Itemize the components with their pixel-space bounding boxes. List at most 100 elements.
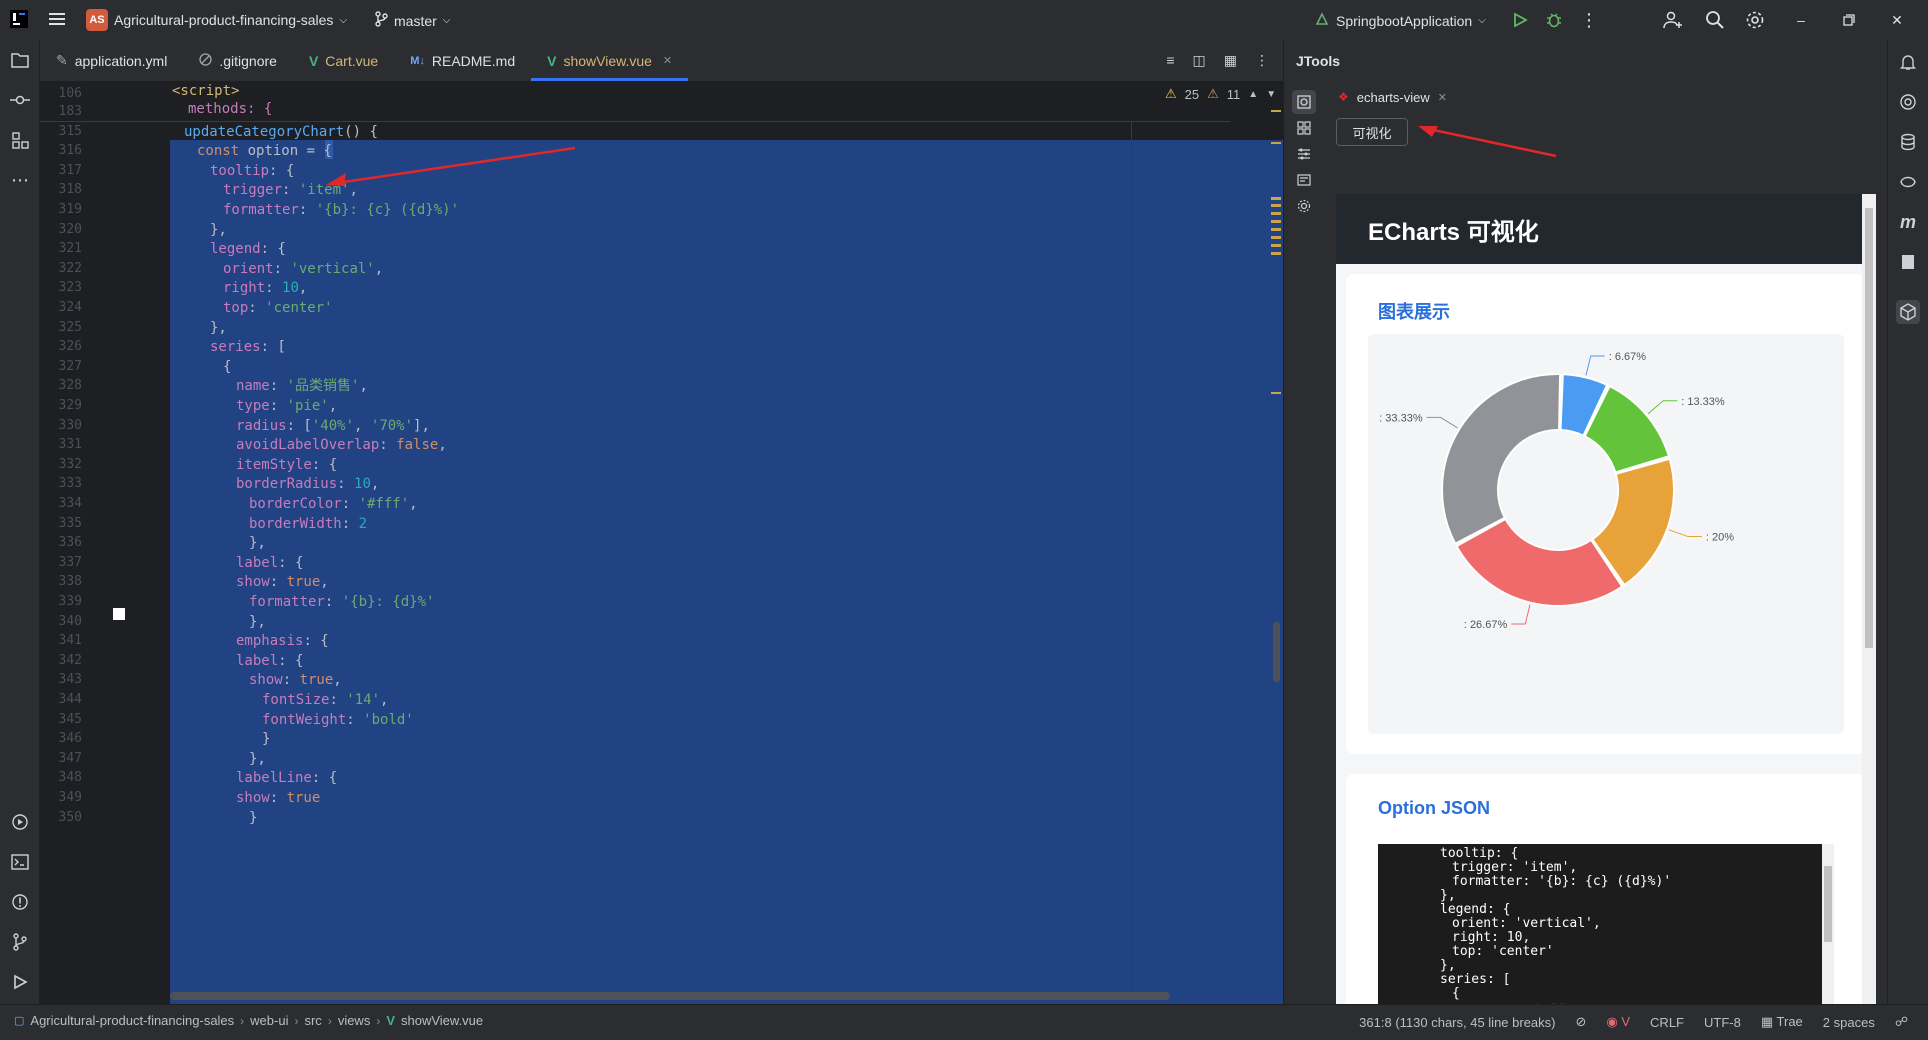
sliders-tool-icon[interactable] [1292, 142, 1316, 166]
yaml-icon: ✎ [56, 52, 68, 69]
chevron-up-icon[interactable]: ▲ [1248, 89, 1258, 100]
webview-scrollbar[interactable] [1862, 194, 1876, 1022]
close-icon[interactable]: ✕ [1876, 0, 1918, 40]
code-line[interactable]: { [223, 355, 231, 379]
chevron-right-icon: › [294, 1014, 298, 1028]
tab-application-yml[interactable]: ✎ application.yml [40, 40, 183, 81]
code-line[interactable]: series: [ [210, 335, 286, 359]
ai-assistant-icon[interactable] [1896, 90, 1920, 114]
recent-files-icon[interactable]: ≡ [1166, 52, 1174, 69]
jtools-cube-icon[interactable] [1896, 300, 1920, 324]
line-number: 336 [40, 535, 82, 550]
echarts-tool-icon[interactable] [1292, 90, 1316, 114]
breadcrumb-item[interactable]: src [304, 1013, 321, 1028]
sticky-line[interactable]: methods: { [188, 97, 272, 121]
line-number: 343 [40, 672, 82, 687]
json-line: right: 10, [1452, 930, 1530, 945]
code-lines[interactable]: // 更新品类图表数据updateCategoryChart() {const … [171, 82, 1269, 1017]
more-icon[interactable]: ⋮ [1255, 52, 1269, 69]
chevron-down-icon[interactable]: ▼ [1266, 89, 1276, 100]
option-json-viewer[interactable]: tooltip: {trigger: 'item',formatter: '{b… [1378, 844, 1834, 1022]
line-number: 319 [40, 202, 82, 217]
project-selector[interactable]: AS Agricultural-product-financing-sales … [86, 9, 347, 31]
indent-setting[interactable]: 2 spaces [1823, 1015, 1875, 1030]
donut-chart[interactable]: : 6.67%: 13.33%: 20%: 26.67%: 33.33% [1368, 334, 1844, 734]
sticky-scroll-header: 106 183 <script> methods: { [40, 82, 1230, 122]
copilot-icon[interactable] [1896, 170, 1920, 194]
problems-icon[interactable] [8, 890, 32, 914]
close-tab-icon[interactable]: ✕ [663, 54, 672, 67]
commit-icon[interactable] [8, 88, 32, 112]
visualize-button[interactable]: 可视化 [1336, 118, 1408, 146]
bookmarks-icon[interactable] [1896, 250, 1920, 274]
app-logo-icon[interactable] [10, 10, 28, 28]
caret-position[interactable]: 361:8 (1130 chars, 45 line breaks) [1359, 1015, 1555, 1030]
tab-cart-vue[interactable]: V Cart.vue [293, 40, 394, 81]
hamburger-menu-icon[interactable] [48, 10, 66, 28]
git-icon[interactable] [8, 930, 32, 954]
database-icon[interactable] [1896, 130, 1920, 154]
lock-icon[interactable]: ☍ [1895, 1014, 1908, 1030]
structure-icon[interactable] [8, 128, 32, 152]
line-number: 338 [40, 574, 82, 589]
donut-slice[interactable] [1442, 374, 1560, 544]
maximize-icon[interactable] [1828, 0, 1870, 40]
notifications-bell-icon[interactable] [1896, 50, 1920, 74]
project-folder-icon[interactable] [8, 48, 32, 72]
gear-icon[interactable] [1292, 194, 1316, 218]
echarts-webview[interactable]: ECharts 可视化 图表展示 : 6.67%: 13.33%: 20%: 2… [1336, 194, 1876, 1022]
horizontal-scrollbar[interactable] [170, 992, 1170, 1000]
json-line: orient: 'vertical', [1452, 916, 1601, 931]
code-line[interactable]: formatter: '{b}: {c} ({d}%)' [223, 198, 459, 222]
bookmark-marker[interactable] [113, 608, 125, 620]
vue-icon: V [386, 1013, 395, 1028]
services-icon[interactable] [8, 810, 32, 834]
code-line[interactable]: formatter: '{b}: {d}%' [249, 590, 434, 614]
file-encoding[interactable]: UTF-8 [1704, 1015, 1741, 1030]
code-editor[interactable]: 106 183 <script> methods: { ⚠ 25 ⚠ 11 ▲ … [40, 82, 1283, 1017]
editor-scrollbar-thumb[interactable] [1273, 622, 1280, 682]
chevron-right-icon: › [328, 1014, 332, 1028]
breadcrumb-item[interactable]: Agricultural-product-financing-sales [30, 1013, 234, 1028]
branch-selector[interactable]: master ⌵ [374, 11, 450, 30]
inspection-widget[interactable]: ⚠ 25 ⚠ 11 ▲ ▼ [1165, 86, 1276, 102]
line-number: 322 [40, 261, 82, 276]
tab-readme-md[interactable]: M↓ README.md [394, 40, 531, 81]
tab-showview-vue[interactable]: V showView.vue ✕ [531, 40, 688, 81]
run-configuration-selector[interactable]: SpringbootApplication ⌵ [1314, 11, 1486, 30]
jtools-tab[interactable]: ❖ echarts-view ✕ [1324, 82, 1447, 112]
code-line[interactable]: borderWidth: 2 [249, 512, 367, 536]
no-inspections-icon[interactable]: ⊘ [1576, 1014, 1587, 1030]
line-number: 337 [40, 555, 82, 570]
run-icon[interactable] [1512, 12, 1528, 31]
more-icon[interactable]: ⋮ [1580, 10, 1598, 31]
indent-mode[interactable]: ▦ Trae [1761, 1014, 1803, 1030]
split-editor-icon[interactable]: ◫ [1193, 52, 1206, 69]
line-number: 316 [40, 143, 82, 158]
code-line[interactable]: fontWeight: 'bold' [262, 708, 414, 732]
json-scrollbar[interactable] [1822, 844, 1834, 1022]
terminal-icon[interactable] [8, 850, 32, 874]
more-tools-icon[interactable]: ⋯ [8, 168, 32, 192]
settings-gear-icon[interactable] [1745, 10, 1765, 33]
breadcrumb-item[interactable]: views [338, 1013, 371, 1028]
add-user-icon[interactable] [1663, 10, 1683, 33]
search-icon[interactable] [1705, 10, 1725, 33]
close-tab-icon[interactable]: ✕ [1438, 91, 1447, 104]
warning-icon: ⚠ [1165, 86, 1177, 102]
donut-slice[interactable] [1457, 519, 1623, 606]
grid-tool-icon[interactable] [1292, 116, 1316, 140]
code-line[interactable]: top: 'center' [223, 296, 333, 320]
maven-icon[interactable]: m [1896, 210, 1920, 234]
debug-icon[interactable] [1545, 11, 1563, 32]
vcs-status-icon[interactable]: ◉ V [1606, 1014, 1630, 1030]
code-line[interactable]: } [249, 806, 257, 830]
breadcrumb-item[interactable]: showView.vue [401, 1013, 483, 1028]
run-tool-icon[interactable] [8, 970, 32, 994]
tab-gitignore[interactable]: .gitignore [183, 40, 293, 81]
line-ending[interactable]: CRLF [1650, 1015, 1684, 1030]
preview-icon[interactable]: ▦ [1224, 52, 1237, 69]
note-tool-icon[interactable] [1292, 168, 1316, 192]
minimize-icon[interactable]: – [1780, 0, 1822, 40]
breadcrumb-item[interactable]: web-ui [250, 1013, 288, 1028]
